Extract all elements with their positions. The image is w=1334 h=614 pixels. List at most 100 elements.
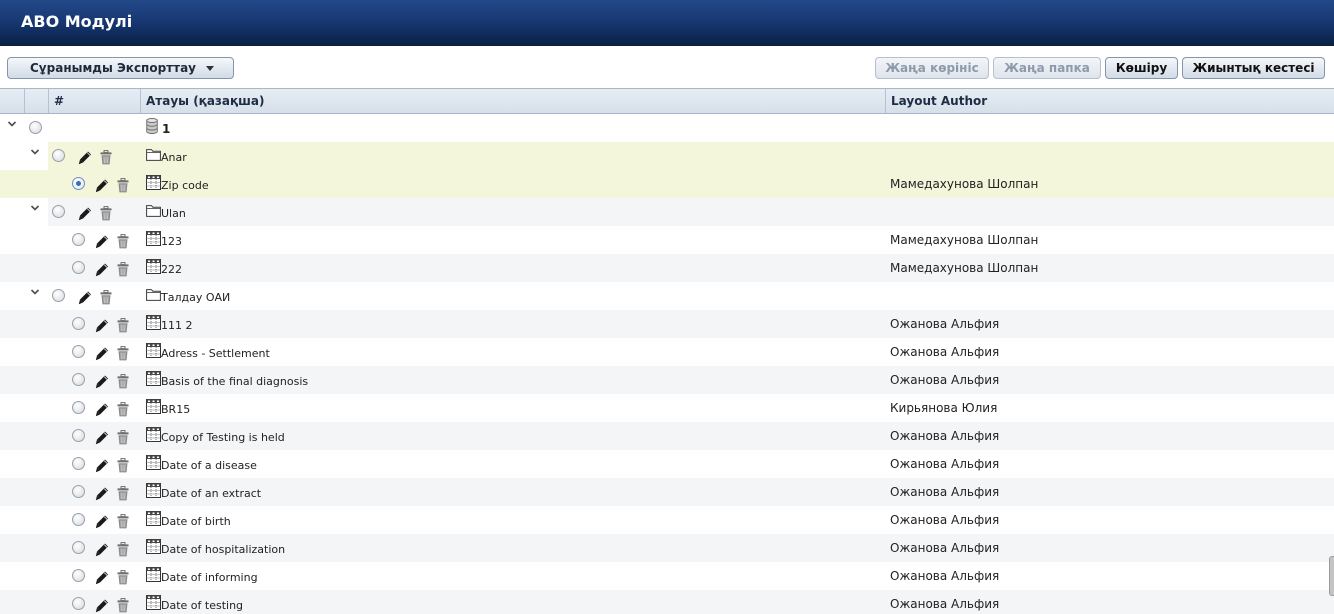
row-name[interactable]: Zip code: [161, 179, 209, 192]
pencil-icon[interactable]: [95, 178, 109, 193]
column-header-author[interactable]: Layout Author: [885, 89, 1334, 113]
row-name[interactable]: 123: [161, 235, 182, 248]
tree-row[interactable]: Date of hospitalization Ожанова Альфия: [0, 534, 1334, 562]
trash-icon[interactable]: [117, 486, 129, 501]
trash-icon[interactable]: [117, 178, 129, 193]
pencil-icon[interactable]: [95, 402, 109, 417]
pencil-icon[interactable]: [78, 150, 92, 165]
pencil-icon[interactable]: [95, 430, 109, 445]
pencil-icon[interactable]: [95, 374, 109, 389]
row-name[interactable]: Date of informing: [161, 571, 258, 584]
row-radio[interactable]: [72, 457, 85, 470]
row-name[interactable]: Ulan: [161, 207, 186, 220]
tree-row[interactable]: Date of birth Ожанова Альфия: [0, 506, 1334, 534]
chevron-down-icon[interactable]: [29, 287, 41, 297]
row-radio[interactable]: [52, 205, 65, 218]
row-radio[interactable]: [72, 597, 85, 610]
trash-icon[interactable]: [117, 234, 129, 249]
trash-icon[interactable]: [117, 514, 129, 529]
tree-row[interactable]: 1: [0, 114, 1334, 142]
trash-icon[interactable]: [100, 150, 112, 165]
row-radio[interactable]: [52, 289, 65, 302]
row-radio[interactable]: [72, 373, 85, 386]
row-radio[interactable]: [72, 317, 85, 330]
row-name[interactable]: 111 2: [161, 319, 193, 332]
column-header-index[interactable]: #: [48, 89, 140, 113]
pencil-icon[interactable]: [95, 318, 109, 333]
pencil-icon[interactable]: [95, 234, 109, 249]
chevron-down-icon[interactable]: [6, 119, 18, 129]
row-name[interactable]: Date of testing: [161, 599, 243, 612]
new-view-button[interactable]: Жаңа көрініс: [875, 57, 989, 79]
trash-icon[interactable]: [117, 262, 129, 277]
tree-row[interactable]: BR15 Кирьянова Юлия: [0, 394, 1334, 422]
tree-row[interactable]: 123 Мамедахунова Шолпан: [0, 226, 1334, 254]
row-name[interactable]: Талдау ОАИ: [161, 291, 230, 304]
row-name[interactable]: 222: [161, 263, 182, 276]
row-radio[interactable]: [72, 261, 85, 274]
trash-icon[interactable]: [117, 458, 129, 473]
tree-row[interactable]: Zip code Мамедахунова Шолпан: [0, 170, 1334, 198]
row-radio[interactable]: [72, 569, 85, 582]
row-name[interactable]: 1: [162, 122, 170, 136]
chevron-down-icon[interactable]: [29, 147, 41, 157]
trash-icon[interactable]: [117, 570, 129, 585]
tree-row[interactable]: Date of testing Ожанова Альфия: [0, 590, 1334, 614]
row-radio[interactable]: [72, 177, 85, 190]
pencil-icon[interactable]: [95, 262, 109, 277]
pencil-icon[interactable]: [78, 290, 92, 305]
row-radio[interactable]: [72, 485, 85, 498]
row-radio[interactable]: [72, 233, 85, 246]
tree-row[interactable]: 222 Мамедахунова Шолпан: [0, 254, 1334, 282]
row-radio[interactable]: [72, 401, 85, 414]
copy-button[interactable]: Көшіру: [1105, 57, 1178, 79]
row-name[interactable]: Date of an extract: [161, 487, 261, 500]
trash-icon[interactable]: [117, 374, 129, 389]
row-radio[interactable]: [72, 541, 85, 554]
trash-icon[interactable]: [117, 402, 129, 417]
trash-icon[interactable]: [117, 346, 129, 361]
row-radio[interactable]: [72, 429, 85, 442]
pencil-icon[interactable]: [95, 598, 109, 613]
tree-row[interactable]: Date of informing Ожанова Альфия: [0, 562, 1334, 590]
trash-icon[interactable]: [117, 430, 129, 445]
row-name[interactable]: Date of birth: [161, 515, 231, 528]
row-name[interactable]: BR15: [161, 403, 190, 416]
tree-row[interactable]: Adress - Settlement Ожанова Альфия: [0, 338, 1334, 366]
row-radio[interactable]: [29, 121, 42, 134]
trash-icon[interactable]: [117, 318, 129, 333]
tree-row[interactable]: Талдау ОАИ: [0, 282, 1334, 310]
tree-row[interactable]: Date of a disease Ожанова Альфия: [0, 450, 1334, 478]
trash-icon[interactable]: [117, 542, 129, 557]
pencil-icon[interactable]: [95, 458, 109, 473]
column-header-name[interactable]: Атауы (қазақша): [140, 89, 885, 113]
tree-row[interactable]: Date of an extract Ожанова Альфия: [0, 478, 1334, 506]
tree-row[interactable]: Anar: [0, 142, 1334, 170]
new-folder-button[interactable]: Жаңа папка: [993, 57, 1101, 79]
pencil-icon[interactable]: [95, 570, 109, 585]
row-radio[interactable]: [72, 345, 85, 358]
tree-row[interactable]: Basis of the final diagnosis Ожанова Альф…: [0, 366, 1334, 394]
chevron-down-icon[interactable]: [29, 203, 41, 213]
trash-icon[interactable]: [100, 290, 112, 305]
row-name[interactable]: Copy of Testing is held: [161, 431, 285, 444]
export-query-button[interactable]: Сұранымды Экспорттау: [7, 57, 234, 79]
scrollbar-thumb[interactable]: [1329, 556, 1334, 596]
pivot-table-button[interactable]: Жиынтық кестесі: [1182, 57, 1325, 79]
tree-row[interactable]: Copy of Testing is held Ожанова Альфия: [0, 422, 1334, 450]
row-radio[interactable]: [72, 513, 85, 526]
row-name[interactable]: Adress - Settlement: [161, 347, 270, 360]
trash-icon[interactable]: [100, 206, 112, 221]
tree-row[interactable]: 111 2 Ожанова Альфия: [0, 310, 1334, 338]
row-name[interactable]: Date of a disease: [161, 459, 257, 472]
tree-row[interactable]: Ulan: [0, 198, 1334, 226]
row-name[interactable]: Anar: [161, 151, 187, 164]
pencil-icon[interactable]: [95, 346, 109, 361]
pencil-icon[interactable]: [78, 206, 92, 221]
pencil-icon[interactable]: [95, 514, 109, 529]
pencil-icon[interactable]: [95, 486, 109, 501]
trash-icon[interactable]: [117, 598, 129, 613]
row-name[interactable]: Date of hospitalization: [161, 543, 285, 556]
row-radio[interactable]: [52, 149, 65, 162]
pencil-icon[interactable]: [95, 542, 109, 557]
